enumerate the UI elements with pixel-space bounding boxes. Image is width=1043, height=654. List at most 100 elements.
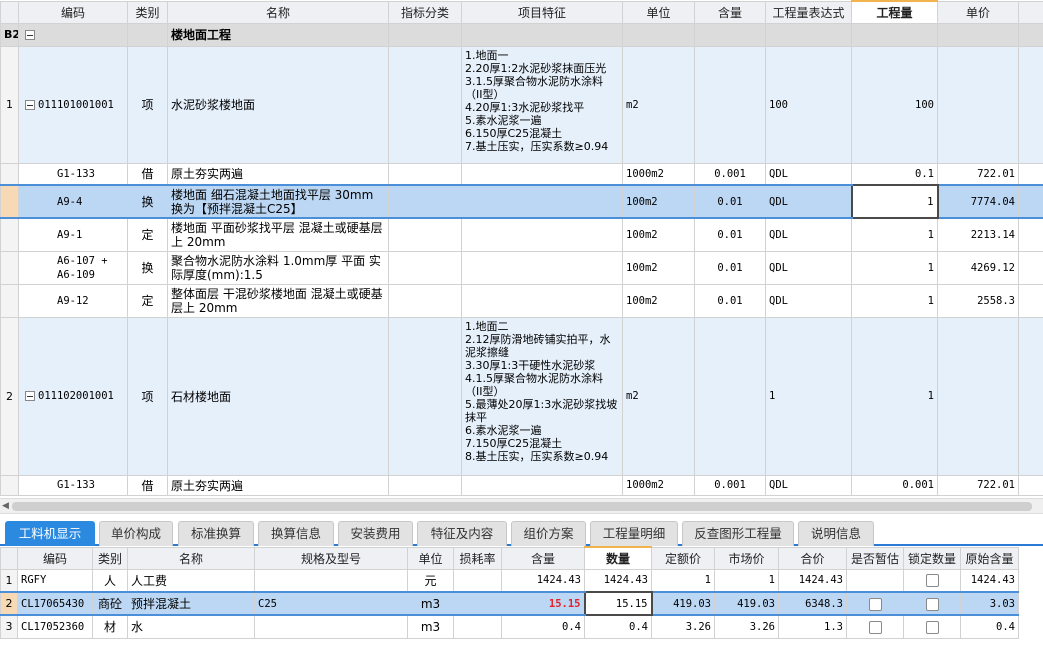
tab-quantity-detail[interactable]: 工程量明细 — [590, 521, 678, 546]
table-row[interactable]: 1 011101001001 项 水泥砂浆楼地面 1.地面一 2.20厚1:2水泥… — [0, 45, 1043, 164]
tab-unit-price[interactable]: 单价构成 — [99, 521, 173, 546]
col-qty[interactable]: 工程量 — [851, 0, 938, 24]
corner-cell[interactable] — [0, 0, 19, 24]
res-code[interactable]: CL17065430 — [17, 591, 93, 616]
item-expr[interactable]: 1 — [765, 316, 852, 476]
col-type[interactable]: 类别 — [92, 546, 128, 570]
tab-standard-conversion[interactable]: 标准换算 — [178, 521, 254, 546]
lock-cell[interactable] — [903, 568, 961, 593]
item-qty[interactable]: 0.001 — [851, 474, 938, 496]
table-row[interactable]: G1-133 借 原土夯实两遍 1000m2 0.001 QDL 0.1 722… — [0, 162, 1043, 186]
estimate-cell[interactable] — [846, 591, 904, 616]
col-code[interactable]: 编码 — [17, 546, 93, 570]
res-market[interactable]: 1 — [714, 568, 779, 593]
res-name[interactable]: 水 — [127, 614, 255, 639]
item-qty[interactable]: 1 — [851, 217, 938, 252]
table-row-selected[interactable]: A9-4 换 楼地面 细石混凝土地面找平层 30mm 换为【预拌混凝土C25】 … — [0, 184, 1043, 219]
res-content[interactable]: 1424.43 — [501, 568, 585, 593]
item-feature[interactable]: 1.地面一 2.20厚1:2水泥砂浆抹面压光 3.1.5厚聚合物水泥防水涂料（II型… — [461, 45, 623, 164]
tab-labor-material[interactable]: 工料机显示 — [5, 521, 95, 546]
estimate-checkbox[interactable] — [868, 620, 882, 634]
res-name[interactable]: 人工费 — [127, 568, 255, 593]
table-row[interactable]: G1-133 借 原土夯实两遍 1000m2 0.001 QDL 0.001 7… — [0, 474, 1043, 496]
lock-checkbox[interactable] — [925, 620, 939, 634]
col-feature[interactable]: 项目特征 — [461, 0, 623, 24]
res-qty[interactable]: 0.4 — [584, 614, 652, 639]
estimate-checkbox[interactable] — [868, 597, 882, 611]
col-price[interactable]: 单价 — [937, 0, 1019, 24]
col-expr[interactable]: 工程量表达式 — [765, 0, 852, 24]
lock-cell[interactable] — [903, 614, 961, 639]
item-qty[interactable]: 1 — [851, 250, 938, 285]
item-expr[interactable]: QDL — [765, 283, 852, 318]
collapse-icon[interactable] — [25, 391, 35, 401]
col-lock[interactable]: 锁定数量 — [903, 546, 961, 570]
item-expr[interactable]: QDL — [765, 250, 852, 285]
item-qty[interactable]: 1 — [851, 283, 938, 318]
item-name[interactable]: 楼地面 细石混凝土地面找平层 30mm 换为【预拌混凝土C25】 — [167, 184, 389, 219]
table-row[interactable]: 2 011102001001 项 石材楼地面 1.地面二 2.12厚防滑地砖铺实拍… — [0, 316, 1043, 476]
col-index[interactable]: 指标分类 — [388, 0, 462, 24]
col-market[interactable]: 市场价 — [714, 546, 779, 570]
res-name[interactable]: 预拌混凝土 — [127, 591, 255, 616]
tab-description[interactable]: 说明信息 — [798, 521, 874, 546]
tab-graphic-quantity[interactable]: 反查图形工程量 — [682, 521, 794, 546]
res-loss[interactable] — [453, 568, 502, 593]
qty-edit-cell[interactable]: 1 — [850, 184, 939, 219]
res-content[interactable]: 0.4 — [501, 614, 585, 639]
col-unit[interactable]: 单位 — [407, 546, 454, 570]
item-name[interactable]: 聚合物水泥防水涂料 1.0mm厚 平面 实际厚度(mm):1.5 — [167, 250, 389, 285]
item-name[interactable]: 楼地面 平面砂浆找平层 混凝土或硬基层上 20mm — [167, 217, 389, 252]
table-row[interactable]: 1 RGFY 人 人工费 元 1424.43 1424.43 1 1 1424.… — [0, 568, 1019, 593]
tab-install-fee[interactable]: 安装费用 — [338, 521, 413, 546]
item-name[interactable]: 水泥砂浆楼地面 — [167, 45, 389, 164]
item-expr[interactable]: QDL — [765, 474, 852, 496]
table-row[interactable]: A6-107 + A6-109 换 聚合物水泥防水涂料 1.0mm厚 平面 实际… — [0, 250, 1043, 285]
item-expr[interactable]: 100 — [765, 45, 852, 164]
res-spec[interactable] — [254, 568, 408, 593]
collapse-icon[interactable] — [25, 99, 35, 110]
item-expr[interactable]: QDL — [765, 184, 852, 219]
horizontal-scrollbar[interactable]: ◀ — [0, 498, 1043, 514]
col-qty[interactable]: 数量 — [584, 546, 652, 570]
res-qty[interactable]: 1424.43 — [584, 568, 652, 593]
table-row[interactable]: 3 CL17052360 材 水 m3 0.4 0.4 3.26 3.26 1.… — [0, 614, 1019, 639]
col-total[interactable]: 合价 — [778, 546, 847, 570]
item-expr[interactable]: QDL — [765, 162, 852, 186]
col-code[interactable]: 编码 — [18, 0, 128, 24]
item-code[interactable]: 011102001001 — [18, 316, 128, 476]
lock-cell[interactable] — [903, 591, 961, 616]
res-code[interactable]: CL17052360 — [17, 614, 93, 639]
sub-code[interactable]: A9-1 — [18, 217, 128, 252]
sub-code[interactable]: A9-12 — [18, 283, 128, 318]
sub-code[interactable]: G1-133 — [18, 162, 128, 186]
table-row[interactable]: A9-12 定 整体面层 干混砂浆楼地面 混凝土或硬基层上 20mm 100m2… — [0, 283, 1043, 318]
item-expr[interactable]: QDL — [765, 217, 852, 252]
item-code[interactable]: 011101001001 — [18, 45, 128, 164]
col-orig[interactable]: 原始含量 — [960, 546, 1019, 570]
col-content[interactable]: 含量 — [501, 546, 585, 570]
group-row[interactable]: B2 楼地面工程 — [0, 22, 1043, 47]
item-name[interactable]: 整体面层 干混砂浆楼地面 混凝土或硬基层上 20mm — [167, 283, 389, 318]
scrollbar-thumb[interactable] — [12, 502, 1032, 511]
estimate-cell[interactable] — [846, 614, 904, 639]
item-name[interactable]: 石材楼地面 — [167, 316, 389, 476]
col-quota[interactable]: 定额价 — [651, 546, 715, 570]
item-qty[interactable]: 100 — [851, 45, 938, 164]
res-content[interactable]: 15.15 — [501, 591, 585, 616]
tab-feature-content[interactable]: 特征及内容 — [417, 521, 507, 546]
col-name[interactable]: 名称 — [167, 0, 389, 24]
col-estimate[interactable]: 是否暂估 — [846, 546, 904, 570]
sub-code[interactable]: A6-107 + A6-109 — [18, 250, 128, 285]
collapse-icon[interactable] — [25, 30, 35, 40]
sub-code[interactable]: G1-133 — [18, 474, 128, 496]
col-loss[interactable]: 损耗率 — [453, 546, 502, 570]
item-qty[interactable]: 0.1 — [851, 162, 938, 186]
lock-checkbox[interactable] — [925, 597, 939, 611]
item-feature[interactable]: 1.地面二 2.12厚防滑地砖铺实拍平，水泥浆擦缝 3.30厚1:3干硬性水泥砂浆 4… — [461, 316, 623, 476]
scroll-left-icon[interactable]: ◀ — [2, 501, 9, 511]
res-market[interactable]: 3.26 — [714, 614, 779, 639]
table-row[interactable]: A9-1 定 楼地面 平面砂浆找平层 混凝土或硬基层上 20mm 100m2 0… — [0, 217, 1043, 252]
item-name[interactable]: 原土夯实两遍 — [167, 162, 389, 186]
item-name[interactable]: 原土夯实两遍 — [167, 474, 389, 496]
